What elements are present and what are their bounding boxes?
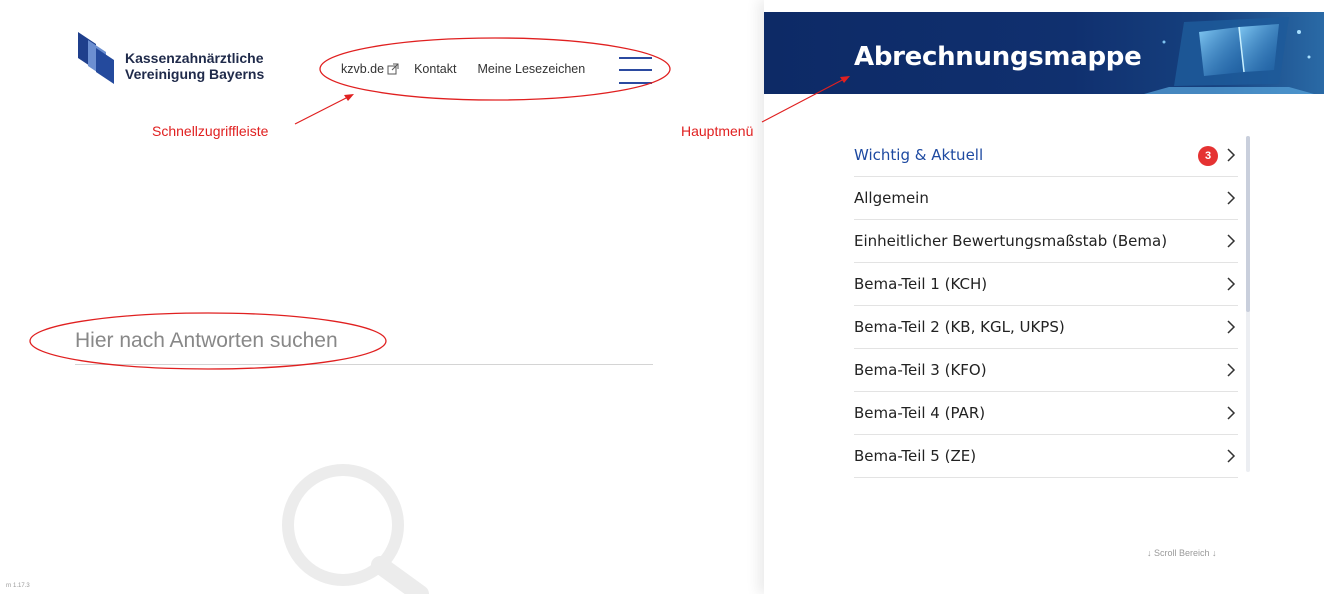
brand-name[interactable]: Kassenzahnärztliche Vereinigung Bayerns (125, 50, 264, 82)
menu-item-bema[interactable]: Einheitlicher Bewertungsmaßstab (Bema) (854, 220, 1238, 263)
kzvb-link[interactable]: kzvb.de (341, 62, 384, 76)
menu-item-label: Bema-Teil 5 (ZE) (854, 447, 977, 465)
laptop-book-illustration-icon (1144, 17, 1314, 94)
banner-title: Abrechnungsmappe (854, 42, 1142, 72)
external-link-icon (387, 63, 399, 75)
chevron-right-icon (1227, 320, 1236, 334)
chevron-right-icon (1227, 191, 1236, 205)
chevron-right-icon (1227, 363, 1236, 377)
kontakt-link[interactable]: Kontakt (414, 62, 456, 76)
quickbar-annotation-label: Schnellzugriffleiste (152, 123, 269, 139)
search-input[interactable] (75, 322, 653, 365)
menu-item-label: Bema-Teil 4 (PAR) (854, 404, 986, 422)
mainmenu-annotation-label: Hauptmenü (681, 123, 754, 139)
menu-item-label: Allgemein (854, 189, 929, 207)
chevron-right-icon (1227, 148, 1236, 162)
menu-item-label: Wichtig & Aktuell (854, 146, 984, 164)
menu-item-label: Bema-Teil 3 (KFO) (854, 361, 987, 379)
menu-item-bema-teil-1[interactable]: Bema-Teil 1 (KCH) (854, 263, 1238, 306)
main-menu-list: Wichtig & Aktuell 3 Allgemein Einheitlic… (854, 134, 1238, 478)
quick-access-bar: kzvb.de Kontakt Meine Lesezeichen (341, 62, 585, 76)
menu-item-wichtig-aktuell[interactable]: Wichtig & Aktuell 3 (854, 134, 1238, 177)
brand-line-1: Kassenzahnärztliche (125, 50, 264, 66)
menu-item-bema-teil-3[interactable]: Bema-Teil 3 (KFO) (854, 349, 1238, 392)
menu-item-bema-teil-4[interactable]: Bema-Teil 4 (PAR) (854, 392, 1238, 435)
kzvb-logo-icon[interactable] (76, 30, 116, 86)
menu-item-label: Bema-Teil 1 (KCH) (854, 275, 988, 293)
menu-item-label: Einheitlicher Bewertungsmaßstab (Bema) (854, 232, 1168, 250)
menu-item-label: Bema-Teil 2 (KB, KGL, UKPS) (854, 318, 1065, 336)
bookmarks-link[interactable]: Meine Lesezeichen (477, 62, 585, 76)
menu-item-allgemein[interactable]: Allgemein (854, 177, 1238, 220)
chevron-right-icon (1227, 277, 1236, 291)
main-area: Kassenzahnärztliche Vereinigung Bayerns … (0, 0, 764, 594)
main-menu-panel: Abrechnungsmappe Wichtig & Aktuell 3 All… (764, 0, 1324, 594)
version-label: rn 1.17.3 (6, 583, 30, 589)
notification-badge: 3 (1198, 146, 1218, 166)
chevron-right-icon (1227, 406, 1236, 420)
brand-line-2: Vereinigung Bayerns (125, 66, 265, 82)
header-banner: Abrechnungsmappe (764, 12, 1324, 94)
scroll-hint: ↓ Scroll Bereich ↓ (1147, 548, 1217, 558)
chevron-right-icon (1227, 449, 1236, 463)
menu-item-bema-teil-5[interactable]: Bema-Teil 5 (ZE) (854, 435, 1238, 478)
magnifier-icon (282, 464, 429, 594)
hamburger-menu-icon[interactable] (619, 55, 652, 87)
menu-scroll-thumb[interactable] (1246, 136, 1250, 312)
menu-item-bema-teil-2[interactable]: Bema-Teil 2 (KB, KGL, UKPS) (854, 306, 1238, 349)
menu-scrollbar[interactable] (1246, 136, 1250, 472)
chevron-right-icon (1227, 234, 1236, 248)
